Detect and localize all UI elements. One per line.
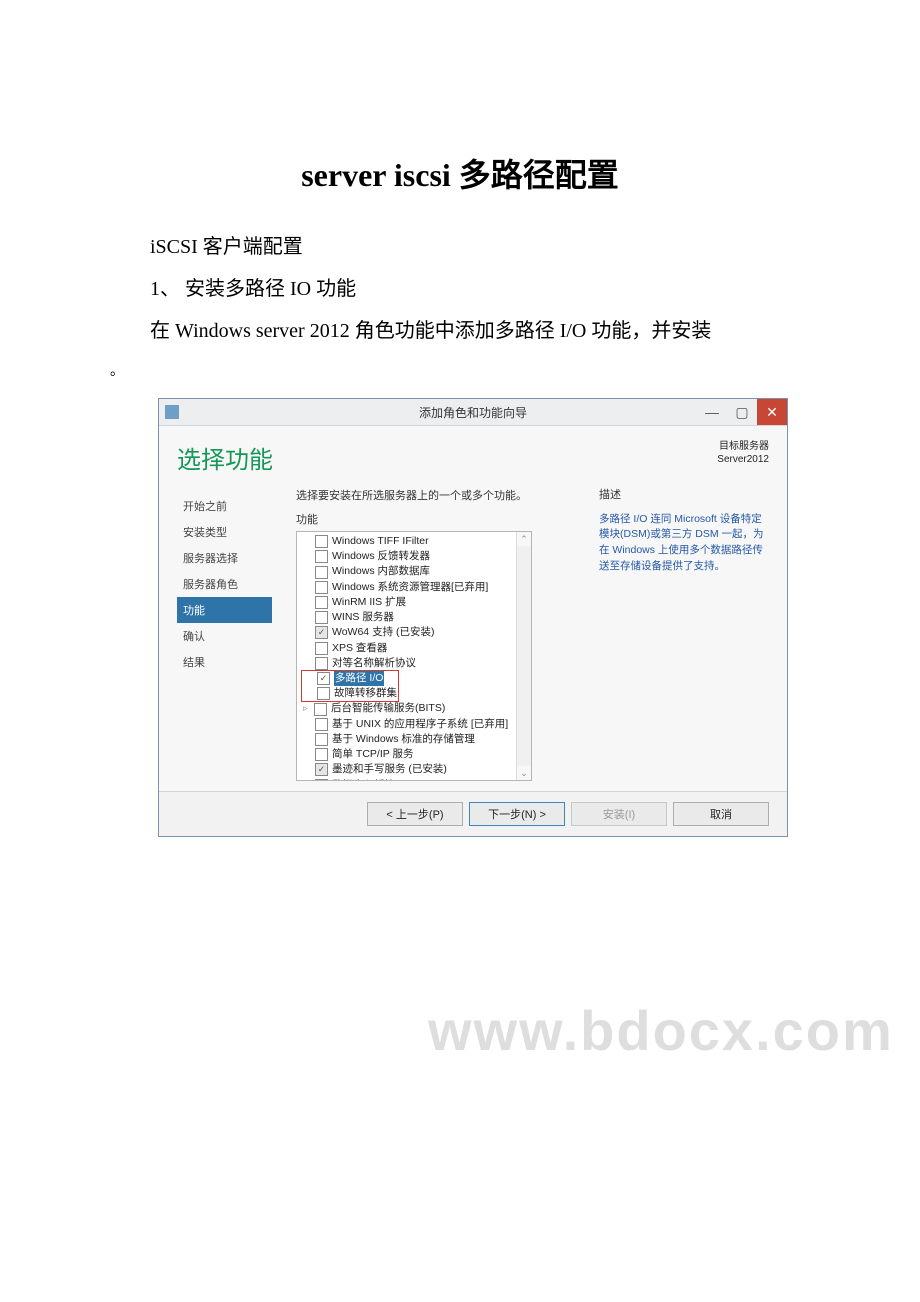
prev-button[interactable]: < 上一步(P) bbox=[367, 802, 463, 826]
feature-item[interactable]: ▹后台智能传输服务(BITS) bbox=[301, 701, 527, 716]
features-listbox[interactable]: ⌃ ⌄ Windows TIFF IFilter Windows 反馈转发器 W… bbox=[296, 531, 532, 781]
feature-item[interactable]: 数据中心桥接 bbox=[301, 778, 527, 782]
nav-step-selection[interactable]: 服务器选择 bbox=[177, 545, 272, 571]
feature-description: 多路径 I/O 连同 Microsoft 设备特定模块(DSM)或第三方 DSM… bbox=[599, 512, 769, 575]
target-server-info: 目标服务器 Server2012 bbox=[717, 440, 769, 475]
cancel-button[interactable]: 取消 bbox=[673, 802, 769, 826]
window-title: 添加角色和功能向导 bbox=[159, 404, 787, 421]
minimize-icon[interactable]: — bbox=[697, 399, 727, 425]
feature-item[interactable]: 基于 Windows 标准的存储管理 bbox=[301, 732, 527, 747]
target-server-label: 目标服务器 bbox=[717, 440, 769, 453]
feature-item[interactable]: Windows 内部数据库 bbox=[301, 564, 527, 579]
feature-item[interactable]: 简单 TCP/IP 服务 bbox=[301, 747, 527, 762]
feature-item-mpio[interactable]: 多路径 I/O bbox=[303, 671, 397, 686]
feature-item[interactable]: 故障转移群集 bbox=[303, 686, 397, 701]
doc-paragraph-1: iSCSI 客户端配置 bbox=[150, 226, 810, 268]
doc-hanging-punct: 。 bbox=[110, 352, 150, 393]
nav-step-roles[interactable]: 服务器角色 bbox=[177, 571, 272, 597]
nav-step-type[interactable]: 安装类型 bbox=[177, 519, 272, 545]
close-icon[interactable]: ✕ bbox=[757, 399, 787, 425]
feature-item[interactable]: XPS 查看器 bbox=[301, 641, 527, 656]
feature-item[interactable]: WinRM IIS 扩展 bbox=[301, 595, 527, 610]
expand-icon[interactable]: ▹ bbox=[301, 702, 310, 715]
feature-item[interactable]: 对等名称解析协议 bbox=[301, 656, 527, 671]
highlight-red-box: 多路径 I/O 故障转移群集 bbox=[301, 670, 399, 702]
feature-item[interactable]: Windows TIFF IFilter bbox=[301, 534, 527, 549]
install-button[interactable]: 安装(I) bbox=[571, 802, 667, 826]
description-column-label: 描述 bbox=[599, 487, 769, 504]
watermark: www.bdocx.com bbox=[428, 998, 894, 1063]
nav-step-result[interactable]: 结果 bbox=[177, 649, 272, 675]
wizard-nav: 开始之前 安装类型 服务器选择 服务器角色 功能 确认 结果 bbox=[177, 487, 272, 781]
checkbox-mpio[interactable] bbox=[317, 672, 330, 685]
instruction-text: 选择要安装在所选服务器上的一个或多个功能。 bbox=[296, 487, 577, 503]
feature-item[interactable]: WINS 服务器 bbox=[301, 610, 527, 625]
doc-paragraph-2: 1、 安装多路径 IO 功能 bbox=[150, 268, 810, 310]
wizard-window: 添加角色和功能向导 — ▢ ✕ 选择功能 目标服务器 Server2012 bbox=[158, 398, 788, 837]
nav-step-confirm[interactable]: 确认 bbox=[177, 623, 272, 649]
nav-step-before[interactable]: 开始之前 bbox=[177, 493, 272, 519]
scroll-down-icon[interactable]: ⌄ bbox=[517, 766, 531, 780]
doc-title: server iscsi 多路径配置 bbox=[110, 150, 810, 196]
next-button[interactable]: 下一步(N) > bbox=[469, 802, 565, 826]
feature-item[interactable]: Windows 反馈转发器 bbox=[301, 549, 527, 564]
feature-item[interactable]: 墨迹和手写服务 (已安装) bbox=[301, 762, 527, 777]
scrollbar[interactable]: ⌃ ⌄ bbox=[516, 532, 531, 780]
titlebar: 添加角色和功能向导 — ▢ ✕ bbox=[159, 399, 787, 426]
feature-item[interactable]: WoW64 支持 (已安装) bbox=[301, 625, 527, 640]
doc-paragraph-3: 在 Windows server 2012 角色功能中添加多路径 I/O 功能，… bbox=[150, 310, 810, 352]
page-title: 选择功能 bbox=[177, 440, 273, 475]
feature-item[interactable]: 基于 UNIX 的应用程序子系统 [已弃用] bbox=[301, 717, 527, 732]
feature-item[interactable]: Windows 系统资源管理器[已弃用] bbox=[301, 580, 527, 595]
nav-step-features[interactable]: 功能 bbox=[177, 597, 272, 623]
scroll-up-icon[interactable]: ⌃ bbox=[517, 532, 531, 546]
maximize-icon[interactable]: ▢ bbox=[727, 399, 757, 425]
wizard-button-row: < 上一步(P) 下一步(N) > 安装(I) 取消 bbox=[159, 791, 787, 836]
target-server-value: Server2012 bbox=[717, 453, 769, 466]
features-column-label: 功能 bbox=[296, 511, 577, 527]
